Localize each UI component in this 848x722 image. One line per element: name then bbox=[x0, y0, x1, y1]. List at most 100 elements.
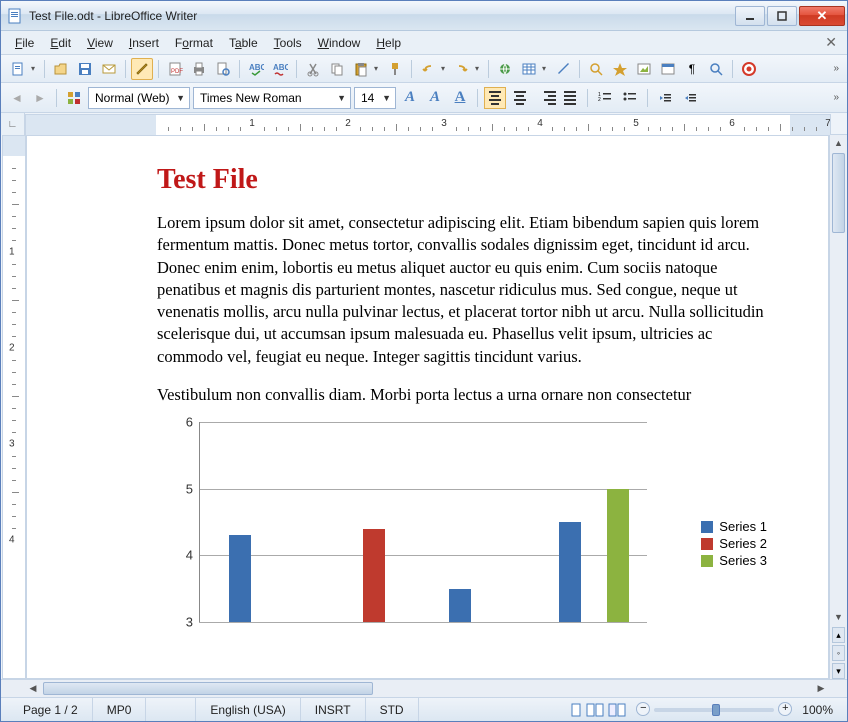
zoom-percent[interactable]: 100% bbox=[802, 703, 833, 717]
dropdown-arrow-icon: ▼ bbox=[378, 93, 391, 103]
zoom-button[interactable] bbox=[705, 58, 727, 80]
align-center-button[interactable] bbox=[509, 87, 531, 109]
scroll-thumb[interactable] bbox=[832, 153, 845, 233]
dropdown-arrow-icon: ▼ bbox=[333, 93, 346, 103]
print-preview-button[interactable] bbox=[212, 58, 234, 80]
increase-indent-button[interactable] bbox=[679, 87, 701, 109]
table-dropdown[interactable]: ▾ bbox=[542, 64, 550, 73]
export-pdf-button[interactable]: PDF bbox=[164, 58, 186, 80]
nonprinting-chars-button[interactable]: ¶ bbox=[681, 58, 703, 80]
zoom-slider-knob[interactable] bbox=[712, 704, 720, 716]
new-document-dropdown[interactable]: ▾ bbox=[31, 64, 39, 73]
email-button[interactable] bbox=[98, 58, 120, 80]
bold-button[interactable]: A bbox=[399, 87, 421, 109]
redo-button[interactable] bbox=[451, 58, 473, 80]
status-insert-mode[interactable]: INSRT bbox=[301, 698, 366, 721]
hyperlink-button[interactable] bbox=[494, 58, 516, 80]
status-selection-mode[interactable]: STD bbox=[366, 698, 419, 721]
gallery-button[interactable] bbox=[633, 58, 655, 80]
show-draw-button[interactable] bbox=[552, 58, 574, 80]
horizontal-ruler[interactable]: 1234567 bbox=[25, 114, 831, 136]
bullet-list-button[interactable] bbox=[619, 87, 641, 109]
menu-format[interactable]: Format bbox=[167, 33, 221, 53]
font-name-combo[interactable]: Times New Roman ▼ bbox=[193, 87, 351, 109]
menu-file[interactable]: File bbox=[7, 33, 42, 53]
toolbar-overflow[interactable]: » bbox=[831, 63, 841, 74]
paste-button[interactable] bbox=[350, 58, 372, 80]
document-viewport[interactable]: Test File Lorem ipsum dolor sit amet, co… bbox=[26, 135, 829, 679]
copy-button[interactable] bbox=[326, 58, 348, 80]
embedded-chart[interactable]: 3456 Series 1Series 2Series 3 bbox=[157, 422, 767, 622]
paste-dropdown[interactable]: ▾ bbox=[374, 64, 382, 73]
redo-dropdown[interactable]: ▾ bbox=[475, 64, 483, 73]
close-button[interactable]: ✕ bbox=[799, 6, 845, 26]
view-layout-multi-icon[interactable] bbox=[586, 703, 604, 717]
scroll-up-button[interactable]: ▲ bbox=[830, 135, 847, 151]
scroll-thumb[interactable] bbox=[43, 682, 373, 695]
undo-button[interactable] bbox=[417, 58, 439, 80]
numbered-list-button[interactable]: 12 bbox=[594, 87, 616, 109]
print-button[interactable] bbox=[188, 58, 210, 80]
align-left-button[interactable] bbox=[484, 87, 506, 109]
view-layout-book-icon[interactable] bbox=[608, 703, 626, 717]
maximize-button[interactable] bbox=[767, 6, 797, 26]
new-document-button[interactable] bbox=[7, 58, 29, 80]
menu-tools[interactable]: Tools bbox=[266, 33, 310, 53]
separator bbox=[44, 60, 45, 78]
legend-label: Series 2 bbox=[719, 536, 767, 551]
menu-view[interactable]: View bbox=[79, 33, 121, 53]
scroll-right-button[interactable]: ▶ bbox=[813, 680, 829, 697]
zoom-slider[interactable]: − + bbox=[654, 708, 774, 712]
svg-text:PDF: PDF bbox=[171, 69, 183, 75]
format-paintbrush-button[interactable] bbox=[384, 58, 406, 80]
scroll-down-button[interactable]: ▼ bbox=[830, 609, 847, 625]
status-page[interactable]: Page 1 / 2 bbox=[9, 698, 93, 721]
scroll-left-button[interactable]: ◀ bbox=[25, 680, 41, 697]
status-mp[interactable]: MP0 bbox=[93, 698, 147, 721]
edit-mode-button[interactable] bbox=[131, 58, 153, 80]
minimize-button[interactable] bbox=[735, 6, 765, 26]
menu-insert[interactable]: Insert bbox=[121, 33, 167, 53]
menu-edit[interactable]: Edit bbox=[42, 33, 79, 53]
paragraph-style-combo[interactable]: Normal (Web) ▼ bbox=[88, 87, 190, 109]
menu-table[interactable]: Table bbox=[221, 33, 266, 53]
spellcheck-button[interactable]: ABC bbox=[245, 58, 267, 80]
find-button[interactable] bbox=[585, 58, 607, 80]
align-right-button[interactable] bbox=[534, 87, 556, 109]
close-document-button[interactable]: ✕ bbox=[821, 34, 841, 51]
horizontal-scrollbar[interactable]: ◀ ▶ bbox=[25, 680, 829, 697]
separator bbox=[477, 89, 478, 107]
underline-button[interactable]: A bbox=[449, 87, 471, 109]
status-language[interactable]: English (USA) bbox=[196, 698, 300, 721]
nav-forward-button[interactable]: ► bbox=[30, 88, 50, 108]
prev-page-nav-button[interactable]: ▴ bbox=[832, 627, 845, 643]
document-icon bbox=[7, 8, 23, 24]
toolbar-overflow[interactable]: » bbox=[831, 92, 841, 103]
zoom-in-button[interactable]: + bbox=[778, 702, 792, 716]
navigator-button[interactable] bbox=[609, 58, 631, 80]
view-layout-single-icon[interactable] bbox=[570, 703, 582, 717]
zoom-out-button[interactable]: − bbox=[636, 702, 650, 716]
decrease-indent-button[interactable] bbox=[654, 87, 676, 109]
save-button[interactable] bbox=[74, 58, 96, 80]
align-justify-button[interactable] bbox=[559, 87, 581, 109]
separator bbox=[579, 60, 580, 78]
vertical-scrollbar[interactable]: ▲ ▼ ▴ ◦ ▾ bbox=[829, 135, 847, 679]
italic-button[interactable]: A bbox=[424, 87, 446, 109]
menu-help[interactable]: Help bbox=[368, 33, 409, 53]
help-button[interactable] bbox=[738, 58, 760, 80]
menu-window[interactable]: Window bbox=[310, 33, 369, 53]
open-button[interactable] bbox=[50, 58, 72, 80]
font-size-combo[interactable]: 14 ▼ bbox=[354, 87, 396, 109]
styles-button[interactable] bbox=[63, 87, 85, 109]
vertical-ruler[interactable]: 1234 bbox=[2, 135, 26, 679]
data-sources-button[interactable] bbox=[657, 58, 679, 80]
next-page-nav-button[interactable]: ▾ bbox=[832, 663, 845, 679]
undo-dropdown[interactable]: ▾ bbox=[441, 64, 449, 73]
legend-item: Series 1 bbox=[701, 519, 767, 534]
cut-button[interactable] bbox=[302, 58, 324, 80]
auto-spellcheck-button[interactable]: ABC bbox=[269, 58, 291, 80]
nav-back-button[interactable]: ◄ bbox=[7, 88, 27, 108]
navigation-button[interactable]: ◦ bbox=[832, 645, 845, 661]
table-button[interactable] bbox=[518, 58, 540, 80]
